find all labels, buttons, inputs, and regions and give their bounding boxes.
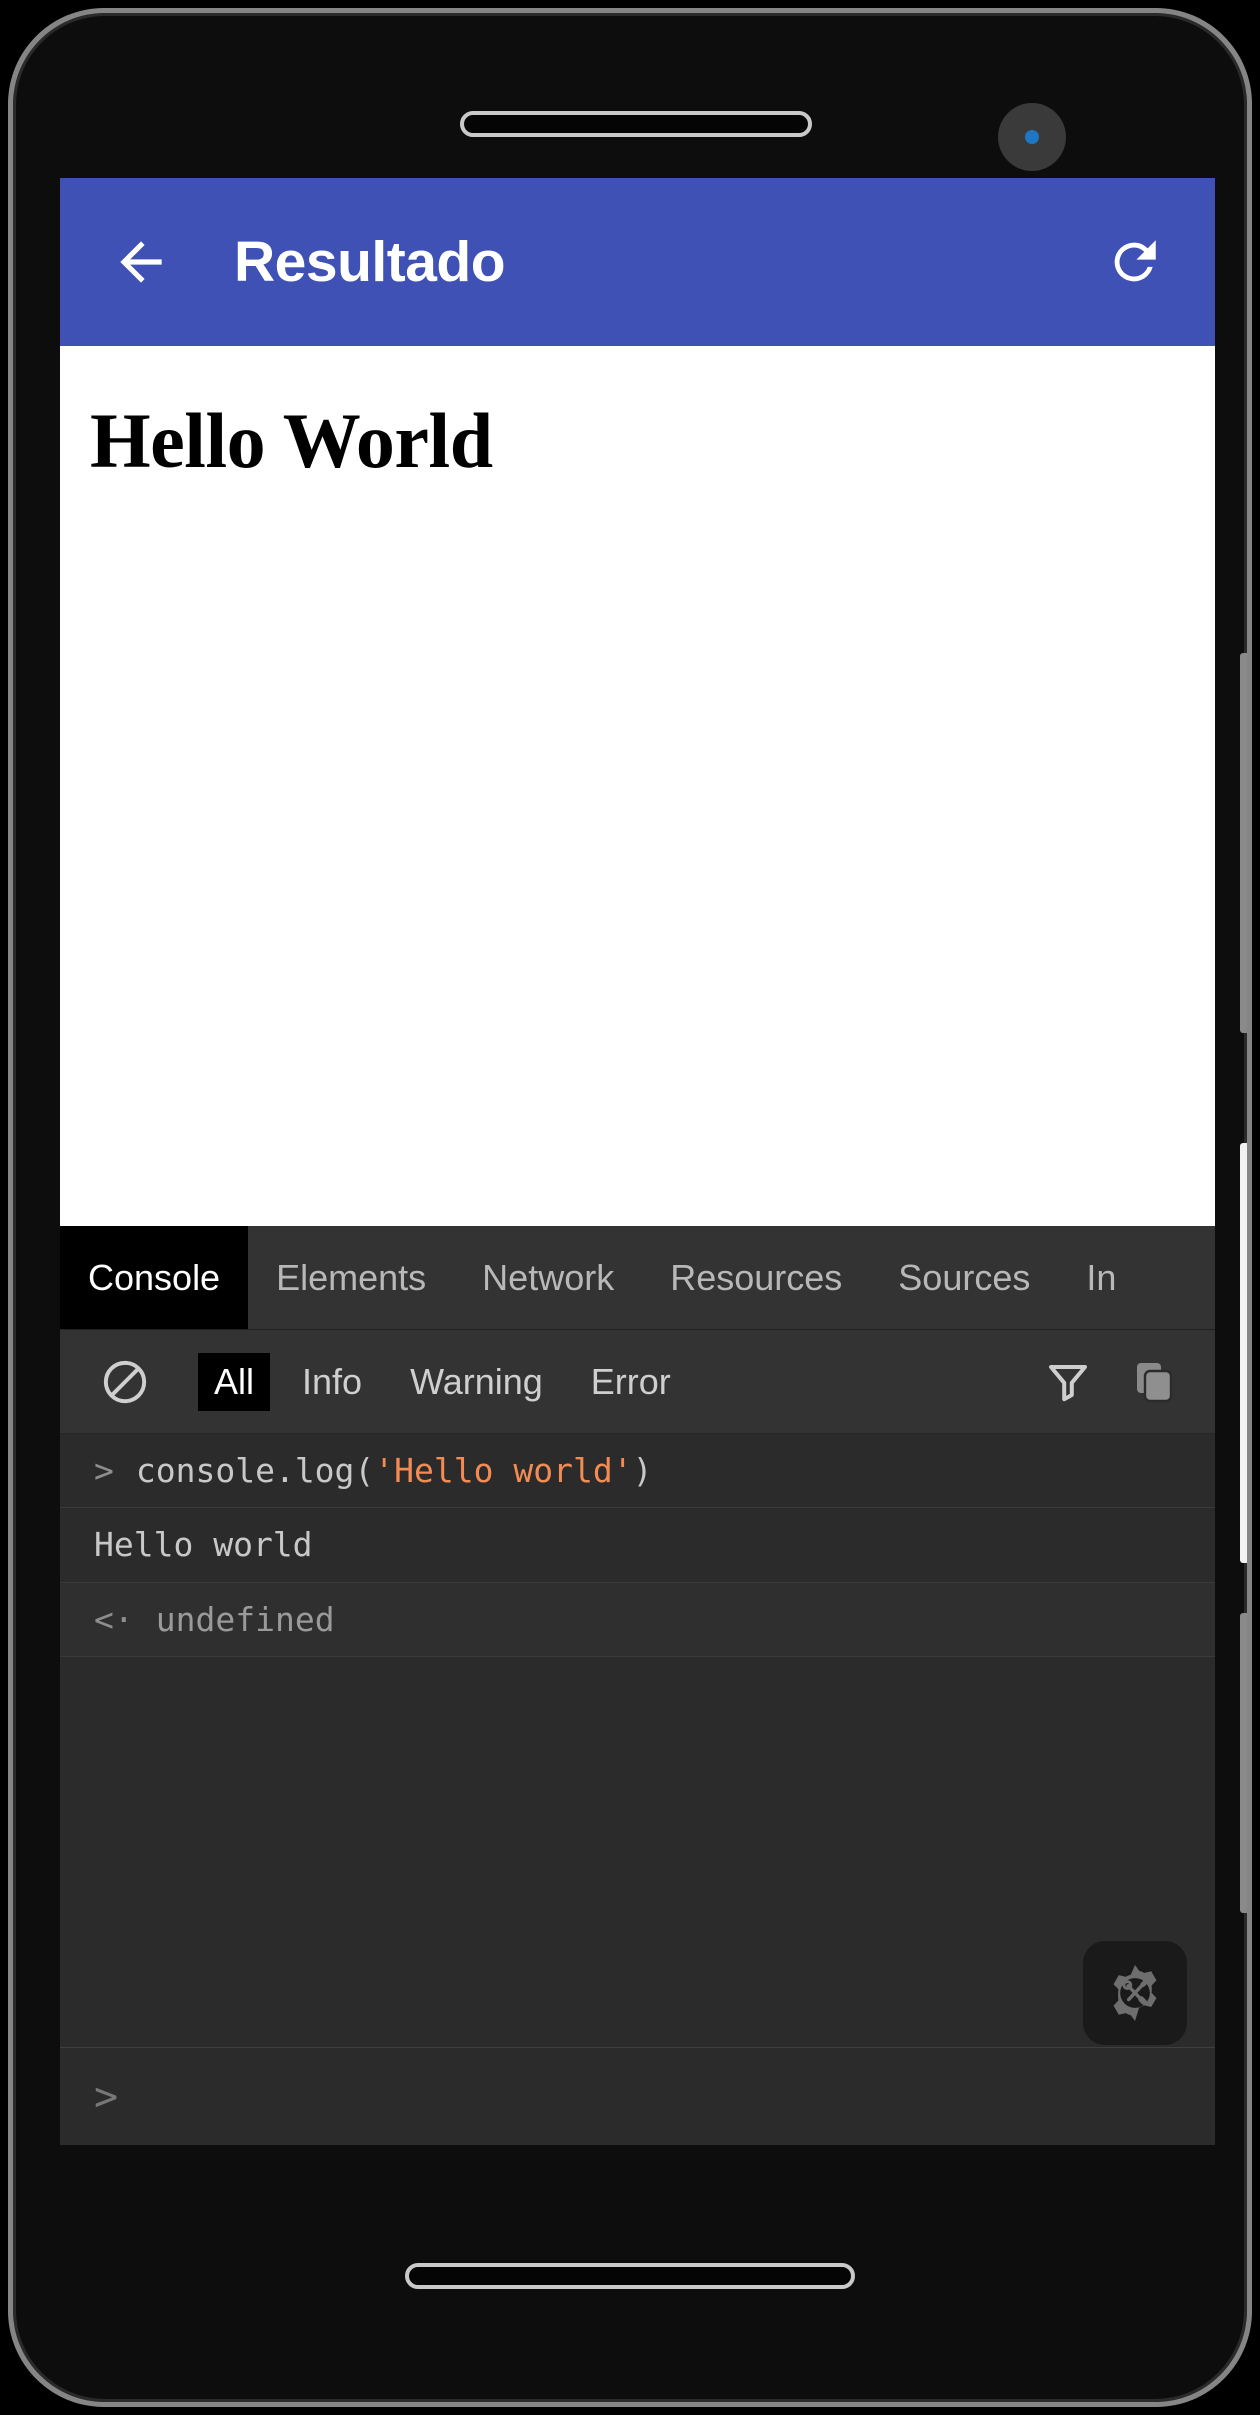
code-segment: ) [633,1451,653,1490]
funnel-filter-icon [1044,1358,1092,1406]
console-level-filters: All Info Warning Error [156,1353,687,1411]
devtools-tab-label: Network [482,1257,614,1299]
refresh-icon [1105,233,1163,291]
devtools-tab-console[interactable]: Console [60,1226,248,1329]
front-camera [998,103,1066,171]
phone-frame: Resultado Hello World Console Elements Net… [8,8,1252,2407]
devtools-tab-elements[interactable]: Elements [248,1226,454,1329]
devtools-tab-label: Elements [276,1257,426,1299]
clear-console-button[interactable] [94,1351,156,1413]
back-button[interactable] [104,225,178,299]
device-screen: Resultado Hello World Console Elements Net… [60,178,1215,2145]
hello-world-heading: Hello World [90,400,1185,482]
console-level-error[interactable]: Error [575,1353,687,1411]
console-row-text: console.log('Hello world') [136,1450,653,1491]
volume-up-button[interactable] [1240,1143,1247,1563]
devtools-filter-bar: All Info Warning Error [60,1330,1215,1434]
devtools-tab-in[interactable]: In [1058,1226,1144,1329]
devtools-tab-label: In [1086,1257,1116,1299]
console-row-text: Hello world [94,1524,313,1565]
console-row-output[interactable]: Hello world [60,1508,1215,1582]
app-bar: Resultado [60,178,1215,346]
copy-button[interactable] [1123,1351,1185,1413]
console-level-info[interactable]: Info [286,1353,378,1411]
devtools-tab-label: Resources [670,1257,842,1299]
console-message-list[interactable]: > console.log('Hello world') Hello world <·… [60,1434,1215,1852]
console-level-all[interactable]: All [198,1353,270,1411]
refresh-button[interactable] [1097,225,1171,299]
devtools-tab-resources[interactable]: Resources [642,1226,870,1329]
devtools-tab-label: Console [88,1257,220,1299]
console-level-warning[interactable]: Warning [394,1353,559,1411]
console-row-marker: <· [94,1599,134,1640]
code-segment: Hello world [94,1525,313,1564]
devtools-settings-button[interactable] [1083,1941,1187,2045]
webview-content: Hello World [60,346,1215,1226]
code-segment: 'Hello world' [374,1451,632,1490]
devtools-settings-gear-icon [1102,1960,1168,2026]
clear-console-icon [100,1357,150,1407]
console-prompt-row[interactable]: > [60,2047,1215,2145]
arrow-left-icon [110,231,172,293]
code-segment: console.log( [136,1451,374,1490]
power-button[interactable] [1240,653,1247,1033]
console-row-result[interactable]: <· undefined [60,1583,1215,1657]
devtools-tab-network[interactable]: Network [454,1226,642,1329]
page-title: Resultado [234,229,505,295]
front-camera-lens [1025,130,1039,144]
code-segment: undefined [156,1600,335,1639]
console-empty-area [60,1852,1215,2047]
console-row-marker: > [94,1450,114,1491]
console-row-text: undefined [156,1599,335,1640]
devtools-tab-sources[interactable]: Sources [870,1226,1058,1329]
earpiece-speaker [460,111,812,137]
prompt-chevron-icon: > [94,2074,118,2120]
filter-button[interactable] [1037,1351,1099,1413]
phone-body: Resultado Hello World Console Elements Net… [13,13,1247,2402]
devtools-tab-label: Sources [898,1257,1030,1299]
console-row-input[interactable]: > console.log('Hello world') [60,1434,1215,1508]
console-prompt-input[interactable] [118,2077,1215,2116]
volume-down-button[interactable] [1240,1613,1247,1913]
devtools-panel: Console Elements Network Resources Sources In… [60,1226,1215,2145]
home-indicator-bar[interactable] [405,2263,855,2289]
devtools-tab-bar: Console Elements Network Resources Sources In [60,1226,1215,1330]
copy-icon [1130,1358,1178,1406]
